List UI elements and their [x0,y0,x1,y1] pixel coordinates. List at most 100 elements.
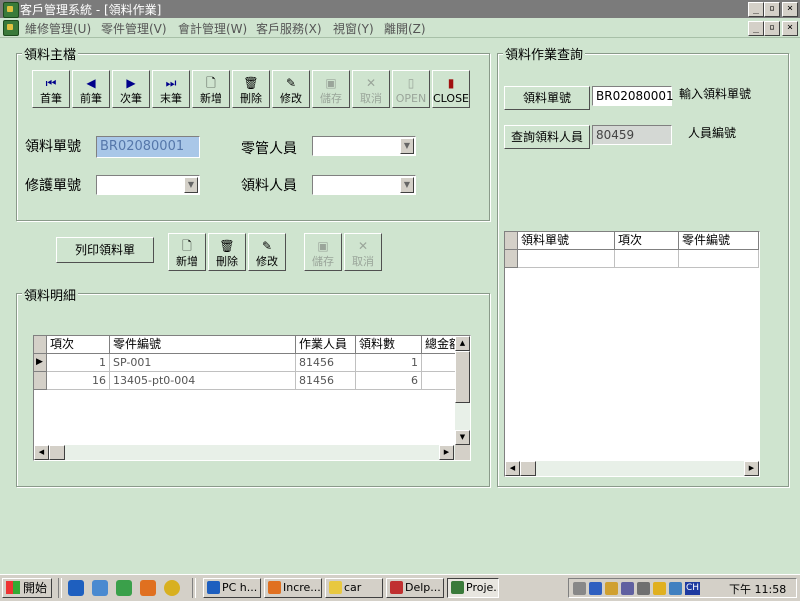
minimize-icon[interactable]: _ [748,2,764,17]
print-pick-slip-button[interactable]: 列印領料單 [56,237,154,263]
detail-edit-button[interactable]: ✎ 修改 [248,233,286,271]
task-car[interactable]: car [325,578,383,598]
child-close-icon[interactable]: × [782,21,798,36]
repair-no-combo[interactable]: ▼ [96,175,200,195]
new-record-button[interactable]: 🗋 新增 [192,70,230,108]
task-pc[interactable]: PC h... [203,578,261,598]
device-icon[interactable] [637,582,650,595]
vertical-scroll-thumb[interactable] [455,351,470,403]
table-cell[interactable]: 1 [47,354,110,372]
table-cell[interactable]: 1 [356,354,422,372]
horizontal-scrollbar[interactable] [505,461,759,476]
menu-customer-service[interactable]: 客戶服務(X) [256,20,322,37]
child-window-icon[interactable] [3,20,19,36]
child-restore-icon[interactable]: ▫ [764,21,780,36]
restore-icon[interactable]: ▫ [764,2,780,17]
first-record-button[interactable]: ⏮ 首筆 [32,70,70,108]
menu-window[interactable]: 視窗(Y) [333,20,374,37]
column-header[interactable]: 項次 [47,336,110,354]
query-pick-no-input[interactable]: BR02080001 [592,86,674,106]
column-header[interactable]: 領料單號 [518,232,615,250]
query-staff-input[interactable]: 80459 [592,125,672,145]
horizontal-scrollbar[interactable] [34,445,455,460]
scroll-down-icon[interactable]: ▼ [455,430,470,445]
menu-parts[interactable]: 零件管理(V) [101,20,167,37]
table-cell[interactable]: 16 [47,372,110,390]
detail-new-button[interactable]: 🗋 新增 [168,233,206,271]
column-header[interactable]: 項次 [615,232,679,250]
task-project[interactable]: Proje... [447,578,499,598]
menu-exit[interactable]: 離開(Z) [384,20,426,37]
row-indicator[interactable] [34,372,47,390]
row-indicator[interactable] [505,250,518,268]
detail-cancel-button[interactable]: ✕ 取消 [344,233,382,271]
menu-accounting[interactable]: 會計管理(W) [178,20,247,37]
column-header[interactable]: 零件編號 [679,232,759,250]
table-cell[interactable]: 6 [356,372,422,390]
scroll-up-icon[interactable]: ▲ [455,336,470,351]
table-cell[interactable] [615,250,679,268]
task-incre[interactable]: Incre... [264,578,322,598]
table-cell[interactable] [422,372,456,390]
column-header[interactable]: 領料數 [356,336,422,354]
query-staff-button[interactable]: 查詢領料人員 [504,125,590,149]
input-language-indicator[interactable]: CH [685,582,700,595]
pen-icon[interactable] [605,582,618,595]
edit-record-button[interactable]: ✎ 修改 [272,70,310,108]
save-record-button[interactable]: ▣ 儲存 [312,70,350,108]
close-button[interactable]: ▮ CLOSE [432,70,470,108]
task-label: Incre... [283,581,321,594]
network-icon[interactable] [589,582,602,595]
outlook-icon[interactable] [140,580,156,596]
connection-icon[interactable] [669,582,682,595]
last-record-button[interactable]: ⏭ 末筆 [152,70,190,108]
table-cell[interactable]: 13405-pt0-004 [110,372,296,390]
row-indicator[interactable]: ▶ [34,354,47,372]
chevron-down-icon[interactable]: ▼ [400,138,414,154]
task-delphi[interactable]: Delp... [386,578,444,598]
detail-delete-button[interactable]: 🗑 刪除 [208,233,246,271]
parts-staff-combo[interactable]: ▼ [312,136,416,156]
previous-record-button[interactable]: ◀ 前筆 [72,70,110,108]
menu-repair[interactable]: 維修管理(U) [25,20,91,37]
scroll-left-icon[interactable]: ◀ [34,445,49,460]
clock[interactable]: 下午 11:58 [729,581,786,597]
table-cell[interactable] [518,250,615,268]
scroll-right-icon[interactable]: ▶ [744,461,759,476]
scroll-left-icon[interactable]: ◀ [505,461,520,476]
start-button[interactable]: 開始 [2,578,52,598]
monitor-icon[interactable] [621,582,634,595]
table-cell[interactable]: SP-001 [110,354,296,372]
pick-staff-combo[interactable]: ▼ [312,175,416,195]
table-cell[interactable]: 81456 [296,354,356,372]
column-header[interactable]: 零件編號 [110,336,296,354]
alert-icon[interactable] [653,582,666,595]
query-pick-no-button[interactable]: 領料單號 [504,86,590,110]
chevron-down-icon[interactable]: ▼ [400,177,414,193]
close-icon[interactable]: × [782,2,798,17]
channel-icon[interactable] [116,580,132,596]
horizontal-scroll-thumb[interactable] [49,445,65,460]
media-icon[interactable] [164,580,180,596]
table-cell[interactable]: 81456 [296,372,356,390]
open-button[interactable]: ▯ OPEN [392,70,430,108]
query-grid[interactable]: 領料單號 項次 零件編號 ◀ ▶ [504,231,760,477]
detail-save-button[interactable]: ▣ 儲存 [304,233,342,271]
table-cell[interactable] [679,250,759,268]
detail-grid[interactable]: 項次 零件編號 作業人員 領料數 總金額 ▶ 1 SP-001 81456 1 … [33,335,471,461]
desktop-icon[interactable] [92,580,108,596]
column-header[interactable]: 作業人員 [296,336,356,354]
child-minimize-icon[interactable]: _ [748,21,764,36]
cancel-record-button[interactable]: ✕ 取消 [352,70,390,108]
internet-explorer-icon[interactable] [68,580,84,596]
save-icon: ▣ [317,239,329,253]
column-header[interactable]: 總金額 [422,336,456,354]
pick-no-field[interactable]: BR02080001 [96,136,200,158]
chevron-down-icon[interactable]: ▼ [184,177,198,193]
scroll-right-icon[interactable]: ▶ [439,445,454,460]
next-record-button[interactable]: ▶ 次筆 [112,70,150,108]
speaker-icon[interactable] [573,582,586,595]
delete-record-button[interactable]: 🗑 刪除 [232,70,270,108]
horizontal-scroll-thumb[interactable] [520,461,536,476]
table-cell[interactable] [422,354,456,372]
